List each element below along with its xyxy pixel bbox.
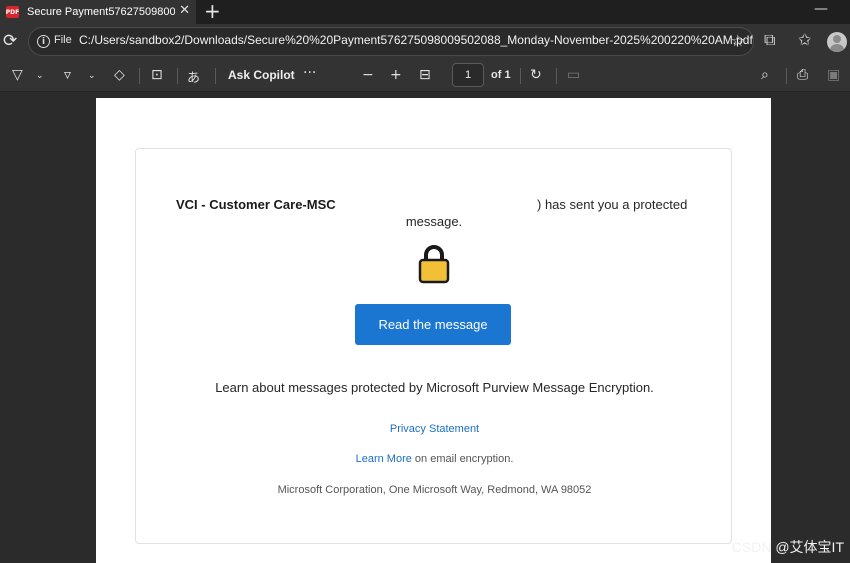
favorites-icon[interactable]: ✩ <box>798 30 811 49</box>
sent-text: ) has sent you a protected <box>537 197 688 212</box>
close-icon[interactable]: ✕ <box>179 3 190 18</box>
divider <box>139 68 140 84</box>
learn-about-text: Learn about messages protected by Micros… <box>215 380 654 395</box>
tab-bar: PDF Secure Payment5762750980095021 ✕ + — <box>0 0 850 24</box>
two-page-view-icon[interactable]: ▭ <box>567 67 580 83</box>
page-number-input[interactable]: 1 <box>452 63 484 87</box>
address-bar-row: ⟳ i File C:/Users/sandbox2/Downloads/Sec… <box>0 24 850 60</box>
translate-icon[interactable]: あ <box>187 67 200 86</box>
read-message-button[interactable]: Read the message <box>355 304 511 345</box>
new-tab-button[interactable]: + <box>204 0 221 22</box>
more-options-icon[interactable]: ··· <box>303 65 316 81</box>
divider <box>177 68 178 84</box>
chevron-down-icon[interactable]: ⌄ <box>36 71 44 81</box>
fit-page-icon[interactable]: ⊟ <box>419 67 431 83</box>
pdf-page: VCI - Customer Care-MSC ) has sent you a… <box>96 98 771 563</box>
zoom-in-button[interactable]: + <box>390 67 402 83</box>
divider <box>215 68 216 84</box>
url-scheme-label: File <box>54 34 72 46</box>
company-address: Microsoft Corporation, One Microsoft Way… <box>277 484 592 496</box>
learn-more-line: Learn More on email encryption. <box>136 453 733 465</box>
divider <box>786 68 787 84</box>
learn-more-suffix: on email encryption. <box>411 453 514 465</box>
divider <box>520 68 521 84</box>
pdf-file-icon: PDF <box>6 6 19 18</box>
chevron-down-icon[interactable]: ⌄ <box>88 71 96 81</box>
avatar[interactable] <box>827 32 847 52</box>
minimize-button[interactable]: — <box>814 1 828 17</box>
tab-pdf[interactable]: PDF Secure Payment5762750980095021 ✕ <box>0 0 196 24</box>
divider <box>556 68 557 84</box>
page-total-label: of 1 <box>491 69 511 81</box>
eraser-icon[interactable]: ◇ <box>114 67 125 83</box>
save-icon[interactable]: ▣ <box>827 67 840 83</box>
zoom-out-button[interactable]: − <box>362 67 374 83</box>
sender-name: VCI - Customer Care-MSC <box>176 197 336 212</box>
reload-icon[interactable]: ⟳ <box>3 31 17 51</box>
draw-icon[interactable]: ▿ <box>64 67 71 83</box>
rotate-icon[interactable]: ↻ <box>530 67 542 83</box>
lock-icon <box>418 245 450 284</box>
extensions-icon[interactable]: ⧉ <box>764 30 775 50</box>
favorite-star-icon[interactable]: ☆ <box>731 31 745 50</box>
print-icon[interactable]: ⎙ <box>797 67 808 83</box>
url-text[interactable]: C:/Users/sandbox2/Downloads/Secure%20%20… <box>79 33 753 47</box>
tab-title: Secure Payment5762750980095021 <box>27 6 175 18</box>
text-box-icon[interactable]: ⊡ <box>151 67 163 83</box>
highlight-icon[interactable]: ▽ <box>12 67 23 83</box>
sent-text-continued: message. <box>405 214 463 229</box>
pdf-toolbar: ▽ ⌄ ▿ ⌄ ◇ ⊡ あ Ask Copilot ··· − + ⊟ 1 of… <box>0 60 850 92</box>
message-card: VCI - Customer Care-MSC ) has sent you a… <box>135 148 732 544</box>
learn-more-link[interactable]: Learn More <box>356 453 412 465</box>
watermark: CSDN @艾体宝IT <box>731 539 844 555</box>
search-icon[interactable]: ⌕ <box>761 67 769 83</box>
ask-copilot-button[interactable]: Ask Copilot <box>228 68 295 82</box>
privacy-statement-link[interactable]: Privacy Statement <box>136 423 733 435</box>
info-icon[interactable]: i <box>37 35 50 48</box>
address-bar[interactable]: i File C:/Users/sandbox2/Downloads/Secur… <box>28 27 754 56</box>
